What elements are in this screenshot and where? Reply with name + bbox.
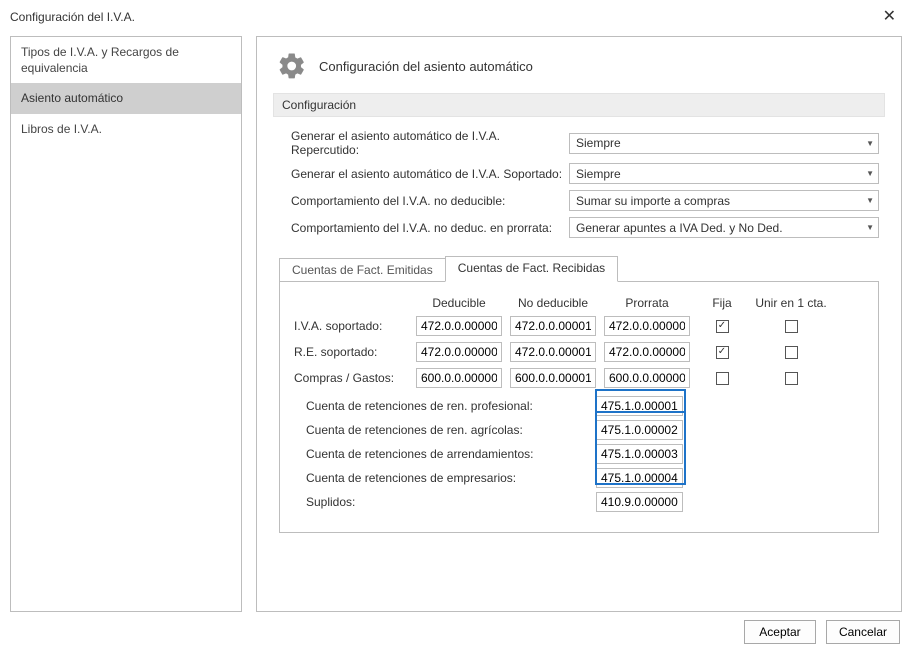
cfg-row-repercutido: Generar el asiento automático de I.V.A. …	[291, 129, 879, 157]
select-prorrata-behavior[interactable]: Generar apuntes a IVA Ded. y No Ded. ▼	[569, 217, 879, 238]
input-iva-soportado-no-ded[interactable]	[510, 316, 596, 336]
input-re-soportado-deducible[interactable]	[416, 342, 502, 362]
gear-icon	[277, 51, 307, 81]
accounts-grid: Deducible No deducible Prorrata Fija Uni…	[294, 296, 864, 388]
select-value: Siempre	[576, 136, 621, 150]
ret-row-agricolas: Cuenta de retenciones de ren. agrícolas:	[294, 420, 864, 440]
chevron-down-icon: ▼	[866, 196, 874, 205]
select-value: Generar apuntes a IVA Ded. y No Ded.	[576, 221, 783, 235]
titlebar: Configuración del I.V.A. ✕	[0, 0, 912, 30]
input-iva-soportado-prorrata[interactable]	[604, 316, 690, 336]
cancel-button[interactable]: Cancelar	[826, 620, 900, 644]
select-value: Siempre	[576, 167, 621, 181]
input-re-soportado-no-ded[interactable]	[510, 342, 596, 362]
ret-label: Cuenta de retenciones de arrendamientos:	[294, 447, 596, 461]
input-compras-no-ded[interactable]	[510, 368, 596, 388]
col-header-prorrata: Prorrata	[604, 296, 690, 310]
col-header-deducible: Deducible	[416, 296, 502, 310]
row-label-re-soportado: R.E. soportado:	[294, 345, 408, 359]
dialog-footer: Aceptar Cancelar	[0, 612, 912, 644]
sidebar-item-asiento-automatico[interactable]: Asiento automático	[11, 83, 241, 113]
body-area: Tipos de I.V.A. y Recargos de equivalenc…	[0, 30, 912, 612]
input-suplidos[interactable]	[596, 492, 683, 512]
chevron-down-icon: ▼	[866, 169, 874, 178]
tab-content-recibidas: Deducible No deducible Prorrata Fija Uni…	[279, 281, 879, 533]
window-title: Configuración del I.V.A.	[10, 10, 135, 24]
chk-iva-soportado-fija[interactable]: ✓	[716, 320, 729, 333]
cfg-row-no-deducible: Comportamiento del I.V.A. no deducible: …	[291, 190, 879, 211]
ret-row-suplidos: Suplidos:	[294, 492, 864, 512]
row-label-iva-soportado: I.V.A. soportado:	[294, 319, 408, 333]
cfg-label: Generar el asiento automático de I.V.A. …	[291, 129, 569, 157]
chevron-down-icon: ▼	[866, 139, 874, 148]
ret-label: Cuenta de retenciones de ren. agrícolas:	[294, 423, 596, 437]
tab-label: Cuentas de Fact. Emitidas	[292, 263, 433, 277]
cfg-row-prorrata-behavior: Comportamiento del I.V.A. no deduc. en p…	[291, 217, 879, 238]
ret-label: Cuenta de retenciones de empresarios:	[294, 471, 596, 485]
button-label: Aceptar	[759, 625, 800, 639]
sidebar-item-label: Libros de I.V.A.	[21, 122, 102, 136]
close-icon[interactable]: ✕	[877, 9, 902, 25]
col-header-no-deducible: No deducible	[510, 296, 596, 310]
panel-header: Configuración del asiento automático	[273, 51, 885, 81]
sidebar-item-tipos-iva[interactable]: Tipos de I.V.A. y Recargos de equivalenc…	[11, 37, 241, 83]
retenciones-rows: Cuenta de retenciones de ren. profesiona…	[294, 396, 864, 512]
input-re-soportado-prorrata[interactable]	[604, 342, 690, 362]
select-no-deducible[interactable]: Sumar su importe a compras ▼	[569, 190, 879, 211]
ret-row-arrendamientos: Cuenta de retenciones de arrendamientos:	[294, 444, 864, 464]
select-value: Sumar su importe a compras	[576, 194, 730, 208]
input-ret-arrendamientos[interactable]	[596, 444, 683, 464]
col-header-unir: Unir en 1 cta.	[754, 296, 828, 310]
input-ret-empresarios[interactable]	[596, 468, 683, 488]
tab-emitidas[interactable]: Cuentas de Fact. Emitidas	[279, 258, 445, 282]
sidebar-item-label: Tipos de I.V.A. y Recargos de equivalenc…	[21, 45, 179, 75]
sidebar: Tipos de I.V.A. y Recargos de equivalenc…	[10, 36, 242, 612]
ret-label: Cuenta de retenciones de ren. profesiona…	[294, 399, 596, 413]
input-ret-agricolas[interactable]	[596, 420, 683, 440]
chk-iva-soportado-unir[interactable]	[785, 320, 798, 333]
button-label: Cancelar	[839, 625, 887, 639]
input-ret-profesional[interactable]	[596, 396, 683, 416]
input-compras-prorrata[interactable]	[604, 368, 690, 388]
chevron-down-icon: ▼	[866, 223, 874, 232]
ret-row-profesional: Cuenta de retenciones de ren. profesiona…	[294, 396, 864, 416]
section-header-configuracion: Configuración	[273, 93, 885, 117]
chk-compras-fija[interactable]	[716, 372, 729, 385]
cfg-row-soportado: Generar el asiento automático de I.V.A. …	[291, 163, 879, 184]
chk-compras-unir[interactable]	[785, 372, 798, 385]
tab-recibidas[interactable]: Cuentas de Fact. Recibidas	[445, 256, 618, 282]
tab-label: Cuentas de Fact. Recibidas	[458, 261, 605, 275]
config-rows: Generar el asiento automático de I.V.A. …	[273, 129, 885, 238]
row-label-compras-gastos: Compras / Gastos:	[294, 371, 408, 385]
ok-button[interactable]: Aceptar	[744, 620, 816, 644]
select-repercutido[interactable]: Siempre ▼	[569, 133, 879, 154]
chk-re-soportado-unir[interactable]	[785, 346, 798, 359]
sidebar-item-label: Asiento automático	[21, 91, 123, 105]
main-panel: Configuración del asiento automático Con…	[256, 36, 902, 612]
panel-title: Configuración del asiento automático	[319, 59, 533, 74]
input-compras-deducible[interactable]	[416, 368, 502, 388]
cfg-label: Generar el asiento automático de I.V.A. …	[291, 167, 569, 181]
chk-re-soportado-fija[interactable]: ✓	[716, 346, 729, 359]
cfg-label: Comportamiento del I.V.A. no deducible:	[291, 194, 569, 208]
ret-row-empresarios: Cuenta de retenciones de empresarios:	[294, 468, 864, 488]
sidebar-item-libros-iva[interactable]: Libros de I.V.A.	[11, 114, 241, 144]
input-iva-soportado-deducible[interactable]	[416, 316, 502, 336]
col-header-fija: Fija	[698, 296, 746, 310]
ret-label: Suplidos:	[294, 495, 596, 509]
tab-strip: Cuentas de Fact. Emitidas Cuentas de Fac…	[279, 256, 885, 282]
select-soportado[interactable]: Siempre ▼	[569, 163, 879, 184]
cfg-label: Comportamiento del I.V.A. no deduc. en p…	[291, 221, 569, 235]
